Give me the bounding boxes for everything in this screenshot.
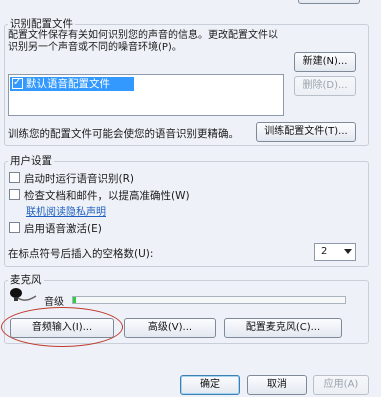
user-settings-group-title: 用户设置 [8,155,54,167]
new-profile-button[interactable]: 新建(N)... [294,52,356,72]
cancel-button[interactable]: 取消 [247,375,307,395]
run-at-startup-label[interactable]: 启动时运行语音识别(R) [24,171,134,186]
review-docs-checkbox[interactable] [9,189,20,200]
voice-activation-label[interactable]: 启用语音激活(E) [24,221,102,236]
apply-button[interactable]: 应用(A) [313,375,369,395]
run-at-startup-checkbox[interactable] [9,172,20,183]
profiles-listbox[interactable]: 默认语音配置文件 [8,74,284,116]
microphone-icon [8,286,38,304]
train-profile-button[interactable]: 训练配置文件(T)... [256,122,356,142]
list-item[interactable]: 默认语音配置文件 [10,76,134,91]
delete-profile-button[interactable]: 删除(D)... [294,76,356,96]
voice-activation-checkbox[interactable] [9,222,20,233]
audio-input-button[interactable]: 音频输入(I)... [10,318,114,338]
configure-microphone-button[interactable]: 配置麦克风(C)... [224,318,342,338]
chevron-down-icon [344,249,352,254]
privacy-statement-link[interactable]: 联机阅读隐私声明 [26,203,106,218]
profile-checkbox[interactable] [12,76,23,90]
microphone-group-title: 麦克风 [8,274,44,286]
advanced-button[interactable]: 高级(V)... [124,318,216,338]
profile-label: 默认语音配置文件 [26,78,110,90]
profiles-description: 配置文件保存有关如何识别您的声音的信息。更改配置文件以识别另一个声音或不同的噪音… [8,30,278,53]
level-label: 音级 [44,297,64,308]
spaces-combobox[interactable]: 2 [314,243,356,261]
level-meter-fill [73,297,76,303]
train-text: 训练您的配置文件可能会使您的语音识别更精确。 [8,128,239,140]
spaces-label: 在标点符号后插入的空格数(U): [8,248,154,260]
level-meter [72,296,346,304]
profiles-group-title: 识别配置文件 [8,18,75,30]
review-docs-label[interactable]: 检查文档和邮件，以提高准确性(W) [24,188,190,203]
spaces-value: 2 [321,246,328,257]
top-partial-button[interactable] [298,0,360,4]
ok-button[interactable]: 确定 [180,375,240,395]
